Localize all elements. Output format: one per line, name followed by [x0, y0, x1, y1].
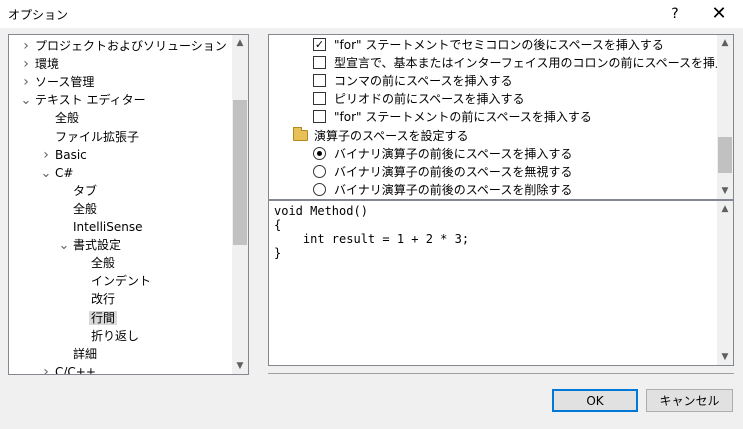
- option-label: コンマの前にスペースを挿入する: [334, 74, 513, 89]
- tree-item[interactable]: IntelliSense: [57, 218, 144, 236]
- tree-item[interactable]: タブ: [57, 182, 99, 200]
- tree-item-label: 詳細: [73, 346, 98, 361]
- chevron-right-icon[interactable]: ›: [19, 73, 33, 91]
- chevron-right-icon[interactable]: ›: [39, 363, 53, 374]
- tree-item-label: テキスト エディター: [35, 93, 146, 108]
- option-label: "for" ステートメントでセミコロンの後にスペースを挿入する: [334, 38, 664, 52]
- options-panel[interactable]: ✓ "for" ステートメントでセミコロンの後にスペースを挿入する型宣言で、基本ま…: [268, 34, 734, 200]
- tree-item-label: 環境: [35, 57, 60, 72]
- tree-item-label: インデント: [91, 274, 152, 289]
- tree-item[interactable]: ⌄ C#: [39, 164, 75, 182]
- tree-item-label: プロジェクトおよびソリューション: [35, 39, 227, 53]
- tree-item-label: Basic: [55, 147, 87, 162]
- tree-item-label: ファイル拡張子: [55, 129, 140, 144]
- scroll-down-icon[interactable]: ▼: [232, 358, 248, 374]
- tree-item-label: 書式設定: [73, 238, 122, 253]
- tree-item-label: 行間: [89, 310, 118, 325]
- tree-item-label: 全般: [55, 111, 80, 126]
- radio-button[interactable]: [313, 164, 326, 178]
- options-tree[interactable]: › プロジェクトおよびソリューション › 環境 › ソース管理 ⌄ テキスト エディター 全般フ…: [8, 34, 249, 375]
- checkbox[interactable]: [313, 74, 326, 88]
- option-label: "for" ステートメントの前にスペースを挿入する: [334, 110, 592, 125]
- tree-item[interactable]: 全般: [57, 200, 99, 218]
- option-label: 型宣言で、基本またはインターフェイス用のコロンの前にスペースを挿入する: [334, 56, 734, 71]
- scroll-down-icon[interactable]: ▼: [717, 349, 733, 365]
- scroll-up-icon[interactable]: ▲: [717, 35, 733, 51]
- tree-item[interactable]: 全般: [39, 109, 81, 127]
- tree-item[interactable]: 改行: [75, 290, 117, 308]
- tree-item[interactable]: › ソース管理: [19, 73, 96, 91]
- radio-button[interactable]: [313, 146, 326, 160]
- chevron-down-icon[interactable]: ⌄: [19, 92, 33, 110]
- tree-item-label: ソース管理: [35, 75, 95, 90]
- tree-item-label: 全般: [91, 256, 116, 271]
- checkbox[interactable]: [313, 92, 326, 106]
- options-scrollbar[interactable]: ▲ ▼: [717, 35, 733, 199]
- checkbox[interactable]: [313, 110, 326, 124]
- tree-item-label: 改行: [91, 292, 116, 307]
- tree-item-label: 全般: [73, 201, 98, 216]
- tree-item[interactable]: インデント: [75, 272, 153, 290]
- tree-item[interactable]: ⌄ 書式設定: [57, 236, 123, 254]
- option-label: 演算子のスペースを設定する: [314, 128, 469, 143]
- tree-item-label: 折り返し: [91, 328, 140, 343]
- option-label: バイナリ演算子の前後のスペースを削除する: [334, 182, 573, 197]
- tree-item-label: IntelliSense: [73, 220, 143, 234]
- tree-item[interactable]: › C/C++: [39, 363, 98, 375]
- chevron-right-icon[interactable]: ›: [39, 146, 53, 164]
- preview-code: void Method() { int result = 1 + 2 * 3; …: [274, 204, 470, 260]
- tree-item[interactable]: › プロジェクトおよびソリューション: [19, 37, 229, 55]
- options-scroll-thumb[interactable]: [718, 137, 732, 174]
- radio-button[interactable]: [313, 182, 326, 196]
- chevron-right-icon[interactable]: ›: [19, 37, 33, 55]
- checkbox[interactable]: [313, 56, 326, 70]
- tree-item[interactable]: › Basic: [39, 146, 89, 164]
- folder-open-icon: [293, 126, 308, 141]
- tree-item[interactable]: 詳細: [57, 345, 99, 363]
- code-preview: void Method() { int result = 1 + 2 * 3; …: [268, 200, 734, 366]
- option-label: ピリオドの前にスペースを挿入する: [334, 92, 525, 107]
- separator: [268, 373, 734, 374]
- tree-item-label: C/C++: [55, 364, 96, 375]
- tree-item[interactable]: 折り返し: [75, 327, 141, 345]
- tree-item[interactable]: 行間: [75, 309, 118, 327]
- title-bar: オプション ? ✕: [0, 0, 743, 28]
- option-label: バイナリ演算子の前後にスペースを挿入する: [334, 146, 573, 161]
- tree-item-label: C#: [55, 165, 74, 180]
- tree-scrollbar[interactable]: ▲ ▼: [232, 35, 248, 374]
- tree-item[interactable]: › 環境: [19, 55, 61, 73]
- tree-item[interactable]: 全般: [75, 254, 117, 272]
- ok-button[interactable]: OK: [552, 389, 638, 412]
- chevron-down-icon[interactable]: ⌄: [57, 237, 71, 255]
- cancel-button[interactable]: キャンセル: [646, 389, 733, 412]
- tree-item-label: タブ: [73, 183, 98, 198]
- scroll-up-icon[interactable]: ▲: [232, 35, 248, 51]
- chevron-down-icon[interactable]: ⌄: [39, 165, 53, 183]
- option-label: バイナリ演算子の前後のスペースを無視する: [334, 164, 573, 179]
- preview-scrollbar[interactable]: ▲ ▼: [717, 201, 733, 365]
- tree-scroll-thumb[interactable]: [233, 99, 247, 245]
- checkbox[interactable]: ✓: [313, 38, 326, 51]
- tree-item[interactable]: ファイル拡張子: [39, 128, 141, 146]
- chevron-right-icon[interactable]: ›: [19, 55, 33, 73]
- close-button[interactable]: ✕: [700, 0, 738, 28]
- tree-item[interactable]: ⌄ テキスト エディター: [19, 91, 148, 109]
- scroll-down-icon[interactable]: ▼: [717, 183, 733, 199]
- help-button[interactable]: ?: [660, 0, 690, 28]
- scroll-up-icon[interactable]: ▲: [717, 201, 733, 217]
- window-title: オプション: [8, 8, 69, 22]
